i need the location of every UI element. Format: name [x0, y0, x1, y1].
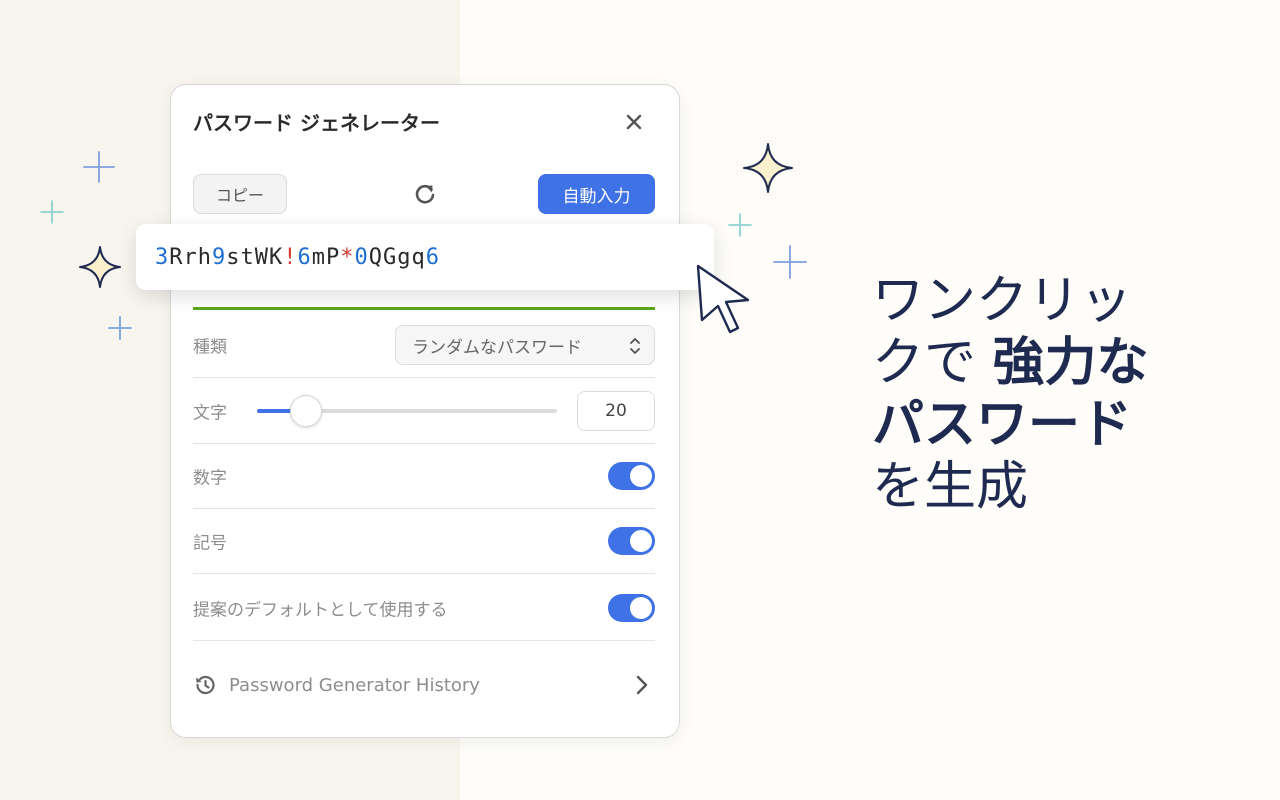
- default-toggle[interactable]: [608, 594, 655, 622]
- password-text: 3Rrh9stWK!6mP*0QGgq6: [155, 245, 440, 270]
- plus-sparkle-icon: [108, 316, 132, 340]
- chevron-right-icon: [636, 675, 648, 695]
- plus-sparkle-icon: [40, 200, 64, 224]
- default-row: 提案のデフォルトとして使用する: [193, 576, 655, 641]
- strength-indicator: [193, 307, 655, 310]
- password-letters: mP: [311, 244, 341, 270]
- password-digit: 9: [212, 244, 227, 270]
- password-digit: 3: [155, 244, 170, 270]
- digits-row: 数字: [193, 444, 655, 509]
- password-letters: Rrh: [169, 244, 212, 270]
- chevron-updown-icon: [630, 338, 640, 354]
- plus-sparkle-icon: [773, 245, 807, 279]
- type-select-value: ランダムなパスワード: [412, 337, 582, 358]
- refresh-icon[interactable]: [411, 180, 439, 208]
- close-icon[interactable]: [619, 107, 649, 137]
- digits-label: 数字: [193, 468, 227, 489]
- headline-line-4: を生成: [872, 457, 1029, 517]
- symbols-toggle[interactable]: [608, 527, 655, 555]
- password-digit: 6: [297, 244, 312, 270]
- type-select[interactable]: ランダムなパスワード: [395, 325, 655, 365]
- plus-sparkle-icon: [83, 151, 115, 183]
- headline-line-3: パスワード: [872, 395, 1133, 455]
- password-symbol: *: [340, 244, 355, 270]
- toggle-knob: [630, 530, 652, 552]
- history-label: Password Generator History: [229, 675, 480, 696]
- length-row: 文字 20: [193, 379, 655, 444]
- headline-line-2-normal: クで: [872, 333, 993, 393]
- digits-toggle[interactable]: [608, 462, 655, 490]
- password-digit: 6: [425, 244, 440, 270]
- headline-line-2-bold: 強力な: [992, 333, 1149, 393]
- copy-button[interactable]: コピー: [193, 174, 287, 214]
- symbols-row: 記号: [193, 509, 655, 574]
- headline-line-2: クで 強力な: [872, 332, 1149, 394]
- autofill-button[interactable]: 自動入力: [538, 174, 655, 214]
- sparkle-icon: [743, 143, 793, 193]
- toggle-knob: [630, 597, 652, 619]
- toggle-knob: [630, 465, 652, 487]
- password-symbol: !: [283, 244, 298, 270]
- cursor-icon: [696, 264, 750, 334]
- plus-sparkle-icon: [728, 213, 752, 237]
- sparkle-icon: [79, 246, 121, 288]
- password-letters: QGgq: [368, 244, 426, 270]
- default-label: 提案のデフォルトとして使用する: [193, 600, 448, 621]
- headline: ワンクリッ クで 強力な パスワード を生成: [872, 270, 1149, 518]
- password-digit: 0: [354, 244, 369, 270]
- length-label: 文字: [193, 403, 227, 424]
- generated-password[interactable]: 3Rrh9stWK!6mP*0QGgq6: [136, 224, 714, 290]
- symbols-label: 記号: [193, 533, 227, 554]
- headline-line-1: ワンクリッ: [872, 271, 1133, 331]
- history-link[interactable]: Password Generator History: [193, 665, 655, 705]
- panel-title: パスワード ジェネレーター: [193, 111, 440, 135]
- password-generator-panel: パスワード ジェネレーター コピー 自動入力 種類 ランダムなパスワード 文字 …: [170, 84, 680, 738]
- history-icon: [196, 675, 215, 695]
- length-input[interactable]: 20: [577, 391, 655, 431]
- length-slider-thumb[interactable]: [290, 395, 322, 427]
- length-slider[interactable]: [257, 395, 557, 427]
- type-label: 種類: [193, 337, 227, 358]
- type-row: 種類 ランダムなパスワード: [193, 313, 655, 378]
- password-letters: stWK: [226, 244, 284, 270]
